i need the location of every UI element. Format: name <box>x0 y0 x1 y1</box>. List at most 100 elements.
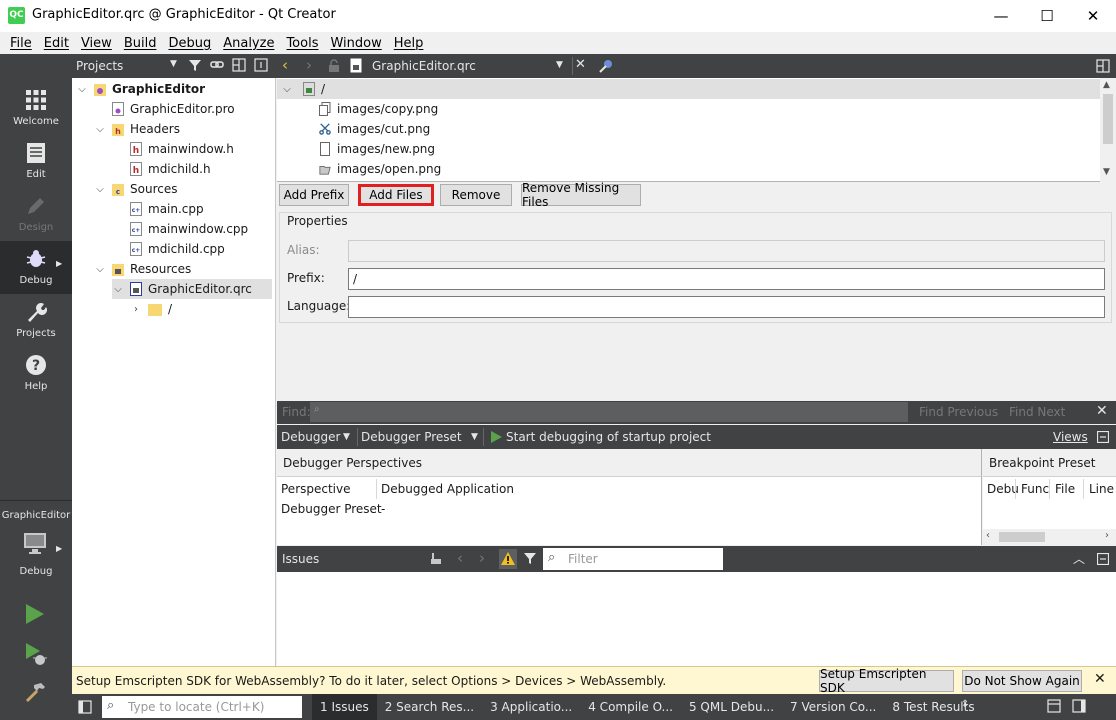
link-icon[interactable] <box>210 58 224 75</box>
split-icon[interactable] <box>232 58 246 75</box>
filter-icon[interactable] <box>523 551 537 568</box>
tree-item-project[interactable]: ⌵ GraphicEditor <box>76 79 205 99</box>
warning-toggle[interactable] <box>499 549 517 569</box>
mode-projects[interactable]: Projects <box>0 294 72 347</box>
resource-file-row[interactable]: images/open.png <box>319 159 441 179</box>
tree-item-file[interactable]: h mdichild.h <box>112 159 211 179</box>
tab-application-output[interactable]: 3 Applicatio... <box>482 694 580 720</box>
next-item-icon[interactable]: › <box>479 549 485 567</box>
back-arrow-icon[interactable]: ‹ <box>282 56 288 74</box>
chevron-right-icon[interactable]: › <box>130 304 142 315</box>
preset-combo[interactable]: Debugger Preset <box>361 430 462 444</box>
close-document-icon[interactable]: ✕ <box>575 57 586 72</box>
mode-help[interactable]: ? Help <box>0 347 72 400</box>
scroll-up-icon[interactable]: ▲ <box>1103 80 1110 90</box>
hammer-icon[interactable] <box>24 680 48 707</box>
previous-item-icon[interactable]: ‹ <box>457 549 463 567</box>
scroll-right-icon[interactable]: › <box>1105 530 1109 541</box>
find-next-button[interactable]: Find Next <box>1009 405 1065 419</box>
prefix-row[interactable]: ⌵ / <box>277 79 1100 99</box>
close-pane-icon[interactable] <box>254 58 268 75</box>
tree-item-qrc-selected[interactable]: ⌵ GraphicEditor.qrc <box>112 279 272 299</box>
resource-file-row[interactable]: images/new.png <box>319 139 435 159</box>
resource-file-row[interactable]: images/copy.png <box>319 99 438 119</box>
tree-item-prefix[interactable]: › / <box>130 299 172 319</box>
maximize-button[interactable]: ☐ <box>1024 0 1070 32</box>
column-header[interactable]: Line <box>1089 482 1114 496</box>
sidebar-right-icon[interactable] <box>1072 699 1086 716</box>
monitor-icon[interactable] <box>22 530 48 559</box>
close-info-icon[interactable]: ✕ <box>1094 671 1106 687</box>
chevron-down-icon[interactable]: ⌵ <box>94 184 106 195</box>
tree-item-file[interactable]: c+ mdichild.cpp <box>112 239 225 259</box>
tree-item-pro-file[interactable]: GraphicEditor.pro <box>94 99 235 119</box>
tab-version-control[interactable]: 7 Version Co... <box>782 694 884 720</box>
tab-qml-debugger[interactable]: 5 QML Debu... <box>681 694 782 720</box>
add-prefix-button[interactable]: Add Prefix <box>279 184 349 206</box>
split-editor-icon[interactable] <box>1096 59 1110 76</box>
column-header[interactable]: Func <box>1021 482 1049 496</box>
tree-item-file[interactable]: c+ mainwindow.cpp <box>112 219 248 239</box>
locator-input[interactable]: ⌕ Type to locate (Ctrl+K) <box>102 696 302 718</box>
mode-edit[interactable]: Edit <box>0 135 72 188</box>
scroll-left-icon[interactable]: ‹ <box>986 530 990 541</box>
find-previous-button[interactable]: Find Previous <box>919 405 998 419</box>
tabs-overflow-icon[interactable]: ⇕ <box>961 699 969 710</box>
chevron-up-icon[interactable]: ︿ <box>1073 550 1085 567</box>
add-files-button[interactable]: Add Files <box>358 184 434 206</box>
close-window-button[interactable]: ✕ <box>1070 0 1116 32</box>
chevron-down-icon[interactable]: ▼ <box>556 60 563 70</box>
vertical-scrollbar[interactable]: ▲ ▼ <box>1100 78 1116 182</box>
column-header[interactable]: File <box>1055 482 1075 496</box>
chevron-down-icon[interactable]: ⌵ <box>281 84 293 95</box>
menu-view[interactable]: View <box>75 36 118 51</box>
menu-help[interactable]: Help <box>388 36 430 51</box>
tree-item-sources[interactable]: ⌵ c Sources <box>94 179 177 199</box>
projects-view-title[interactable]: Projects <box>76 59 123 73</box>
tree-item-headers[interactable]: ⌵ h Headers <box>94 119 180 139</box>
chevron-down-icon[interactable]: ⌵ <box>76 84 88 95</box>
tree-item-resources[interactable]: ⌵ Resources <box>94 259 191 279</box>
chevron-down-icon[interactable]: ▼ <box>170 59 177 69</box>
menu-build[interactable]: Build <box>118 36 163 51</box>
menu-analyze[interactable]: Analyze <box>217 36 280 51</box>
tab-compile-output[interactable]: 4 Compile O... <box>580 694 681 720</box>
menu-file[interactable]: File <box>4 36 38 51</box>
tree-item-file[interactable]: h mainwindow.h <box>112 139 234 159</box>
open-file-name[interactable]: GraphicEditor.qrc <box>372 59 476 73</box>
horizontal-scrollbar[interactable]: ‹ › <box>983 529 1116 545</box>
remove-missing-files-button[interactable]: Remove Missing Files <box>521 181 641 209</box>
scrollbar-thumb[interactable] <box>999 532 1045 542</box>
prefix-field[interactable]: / <box>348 268 1105 290</box>
views-button[interactable]: Views <box>1053 430 1088 444</box>
find-input[interactable]: ⌕ <box>310 402 908 422</box>
tree-item-file[interactable]: c+ main.cpp <box>112 199 204 219</box>
chevron-down-icon[interactable]: ⌵ <box>94 124 106 135</box>
run-button[interactable] <box>24 602 46 629</box>
mode-design[interactable]: Design <box>0 188 72 241</box>
menu-debug[interactable]: Debug <box>162 36 217 51</box>
chevron-down-icon[interactable]: ▼ <box>471 432 478 442</box>
build-issues-icon[interactable] <box>429 551 443 568</box>
remove-button[interactable]: Remove <box>440 184 512 206</box>
toggle-sidebar-icon[interactable] <box>78 700 92 717</box>
minimize-button[interactable]: — <box>978 0 1024 32</box>
pin-icon[interactable] <box>598 58 614 77</box>
menu-edit[interactable]: Edit <box>38 36 75 51</box>
chevron-down-icon[interactable]: ⌵ <box>112 284 124 295</box>
alias-field[interactable] <box>348 240 1105 262</box>
start-debugging-button[interactable] <box>24 642 48 669</box>
menu-tools[interactable]: Tools <box>280 36 324 51</box>
chevron-down-icon[interactable]: ▼ <box>343 432 350 442</box>
tab-search-results[interactable]: 2 Search Res... <box>377 694 482 720</box>
scrollbar-thumb[interactable] <box>1103 94 1113 144</box>
start-debugging-button[interactable]: Start debugging of startup project <box>506 430 711 444</box>
chevron-down-icon[interactable]: ⌵ <box>94 264 106 275</box>
menu-window[interactable]: Window <box>324 36 387 51</box>
language-field[interactable] <box>348 296 1105 318</box>
start-debug-icon[interactable] <box>490 430 504 447</box>
mode-welcome[interactable]: Welcome <box>0 82 72 135</box>
filter-icon[interactable] <box>188 58 202 75</box>
progress-details-icon[interactable] <box>1047 699 1061 716</box>
do-not-show-again-button[interactable]: Do Not Show Again <box>962 670 1082 692</box>
